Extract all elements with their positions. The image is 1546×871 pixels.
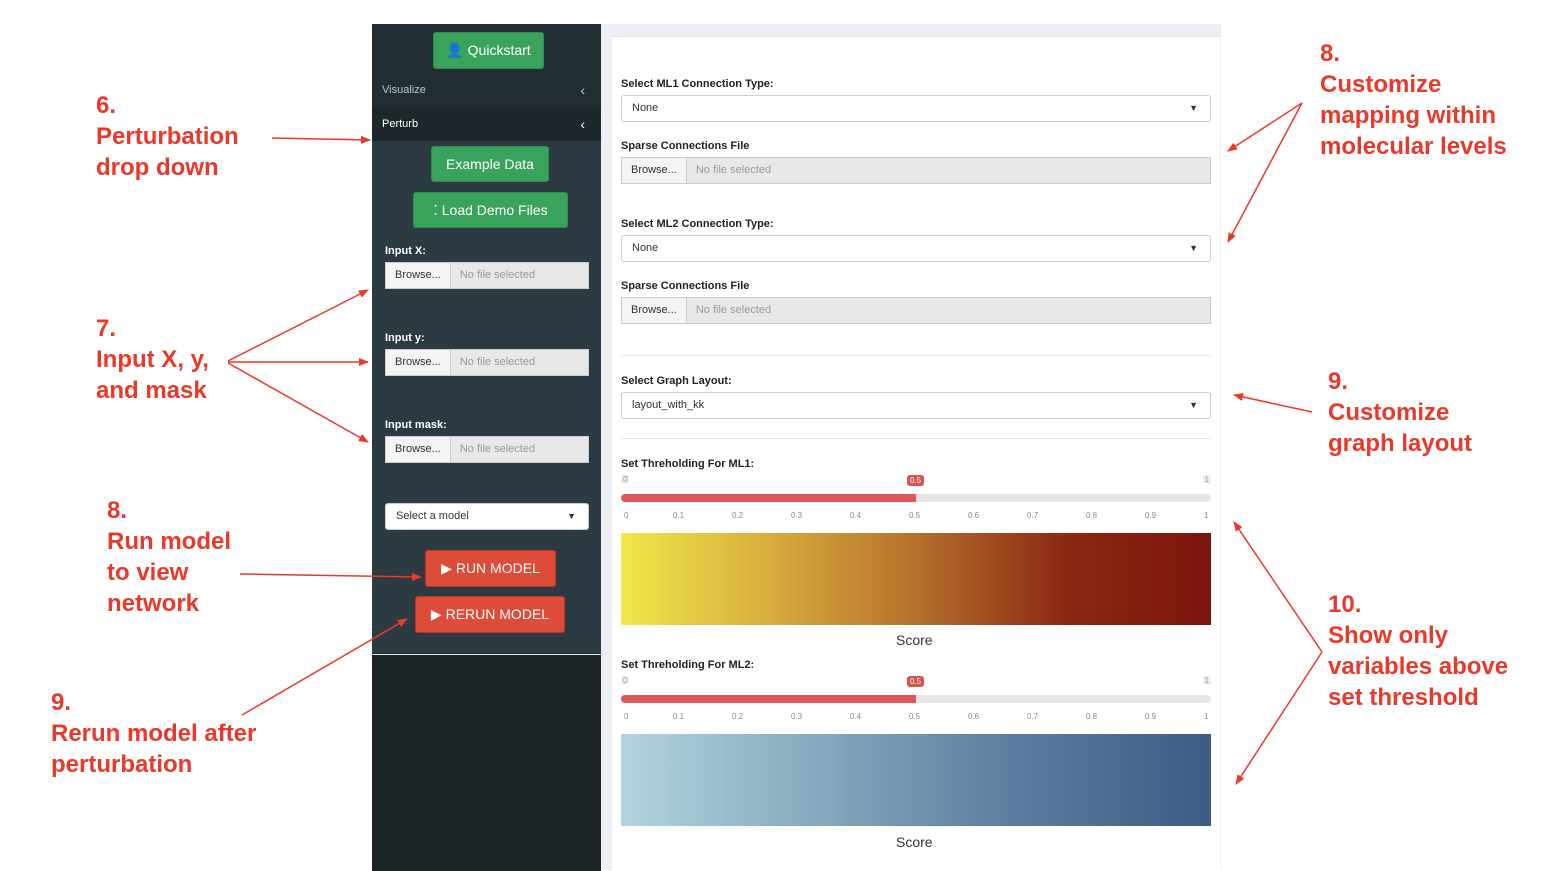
arrow-9-rerun (241, 618, 408, 716)
arrow-9-layout (1233, 393, 1313, 413)
arrow-8-map-a (1227, 102, 1303, 152)
arrow-6 (271, 135, 371, 144)
arrow-7a (227, 289, 369, 362)
arrow-8-run (239, 572, 422, 581)
arrow-8-map-b (1227, 102, 1303, 243)
arrow-7c (227, 362, 369, 443)
arrow-10b (1235, 651, 1323, 785)
annotation-arrows (227, 102, 1323, 785)
arrow-10a (1233, 521, 1323, 653)
